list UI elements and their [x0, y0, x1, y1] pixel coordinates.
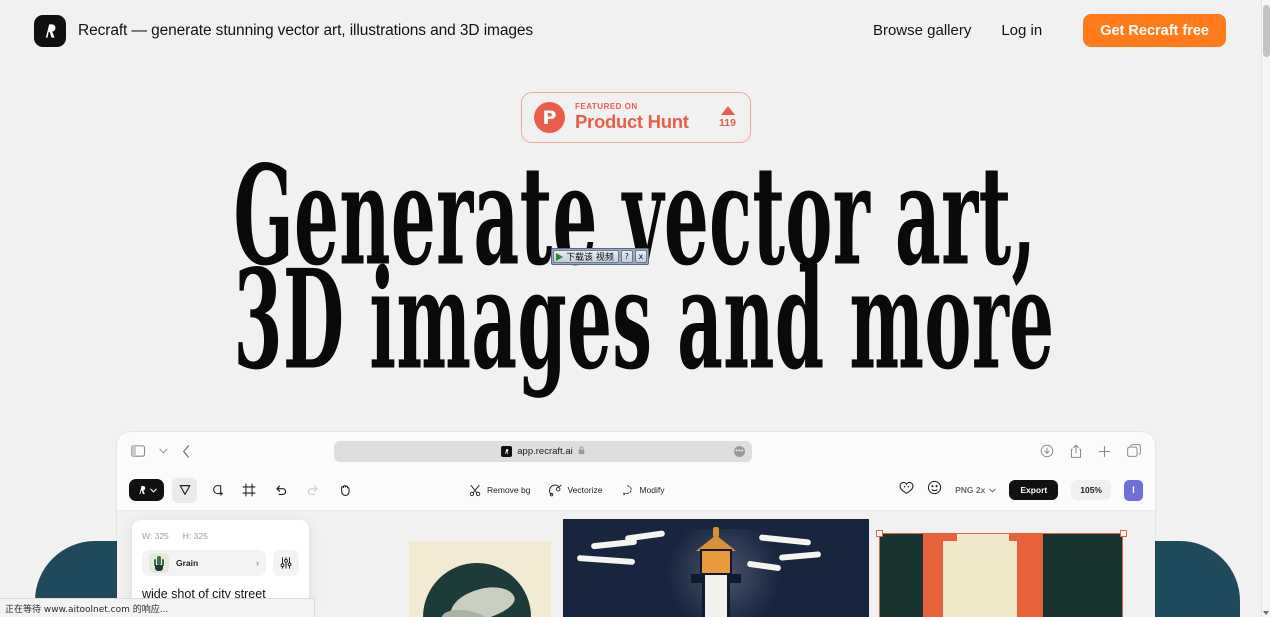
upvote-count: 119 [719, 117, 736, 130]
share-icon[interactable] [1070, 444, 1082, 459]
featured-on-label: FEATURED ON [575, 102, 638, 112]
add-shape-icon [212, 485, 223, 496]
action-group: Remove bg Vectorize Modify [469, 484, 664, 497]
chevron-left-icon[interactable] [182, 444, 190, 458]
select-tool-button[interactable] [172, 477, 197, 503]
lighthouse-lamp [700, 549, 732, 575]
ellipsis-icon[interactable]: ••• [734, 445, 745, 457]
selection-handle[interactable] [1120, 530, 1127, 537]
avatar[interactable]: I [1124, 479, 1143, 501]
style-row: Grain › [142, 550, 299, 576]
surprised-face-icon[interactable] [927, 480, 942, 500]
lighthouse-artwork[interactable] [563, 519, 869, 617]
selection-handle[interactable] [876, 530, 883, 537]
product-hunt-icon: P [534, 102, 565, 133]
site-header: Recraft — generate stunning vector art, … [0, 0, 1262, 61]
plant-thumbnail-icon [149, 553, 169, 573]
vectorize-button[interactable]: Vectorize [549, 484, 602, 497]
download-popup-close-button[interactable]: x [634, 250, 647, 263]
recraft-logo-icon [34, 14, 66, 47]
happy-face-icon[interactable] [899, 480, 914, 500]
hand-icon [340, 485, 350, 496]
chevron-right-icon: › [256, 558, 259, 568]
download-icon[interactable] [1040, 444, 1054, 458]
decorative-shape-right [1155, 541, 1240, 617]
tab-overview-icon[interactable] [1127, 444, 1141, 458]
download-video-label: 下载该 视频 [566, 253, 614, 263]
address-bar-url: app.recraft.ai [517, 445, 573, 457]
toolbar-right-group: PNG 2x Export 105% I [899, 479, 1143, 501]
product-hunt-name: Product Hunt [575, 111, 689, 133]
app-toolbar: Remove bg Vectorize Modify PNG 2x Export… [117, 470, 1155, 511]
dimensions-row: W: 325 H: 325 [142, 531, 299, 541]
scrollbar-down-arrow-icon[interactable] [1263, 611, 1269, 615]
scrollbar-thumb[interactable] [1263, 5, 1270, 57]
scissors-icon [469, 484, 481, 496]
remove-bg-button[interactable]: Remove bg [469, 484, 530, 497]
height-value: H: 325 [182, 531, 208, 541]
browser-left-controls [131, 444, 190, 458]
chevron-down-icon[interactable] [159, 448, 168, 454]
status-bar: 正在等待 www.aitoolnet.com 的响应... [0, 598, 315, 617]
zoom-level-chip[interactable]: 105% [1071, 480, 1111, 500]
redo-icon [307, 485, 318, 496]
undo-tool-button[interactable] [268, 478, 293, 503]
export-button[interactable]: Export [1009, 480, 1059, 500]
undo-icon [275, 485, 286, 496]
remove-bg-label: Remove bg [487, 485, 531, 495]
modify-label: Modify [639, 485, 665, 495]
recraft-favicon-icon [501, 445, 513, 457]
retro-poster-artwork[interactable] [879, 533, 1123, 617]
brand[interactable]: Recraft — generate stunning vector art, … [34, 14, 534, 47]
modify-icon [623, 484, 633, 496]
new-tab-icon[interactable] [1098, 445, 1111, 458]
vectorize-label: Vectorize [567, 485, 603, 495]
lighthouse-tower [702, 575, 730, 617]
export-format-select[interactable]: PNG 2x [955, 485, 997, 495]
page-scrollbar[interactable] [1261, 0, 1270, 617]
chevron-down-icon [989, 488, 997, 493]
page-root: Recraft — generate stunning vector art, … [0, 0, 1270, 617]
tool-group [172, 477, 357, 503]
chevron-down-icon [150, 488, 157, 493]
sidebar-toggle-icon[interactable] [131, 445, 145, 457]
style-name-label: Grain [176, 558, 199, 568]
get-recraft-free-button[interactable]: Get Recraft free [1083, 14, 1226, 47]
botanical-circle-artwork[interactable] [409, 541, 551, 617]
redo-tool-button[interactable] [300, 478, 325, 503]
vectorize-icon [549, 484, 563, 496]
width-value: W: 325 [142, 531, 169, 541]
triangle-up-icon [720, 106, 735, 116]
hero-line-2: 3D images and more [233, 240, 1055, 401]
modify-button[interactable]: Modify [621, 484, 664, 497]
header-nav: Browse gallery Log in Get Recraft free [858, 14, 1226, 47]
retro-cream-shape-top [957, 533, 1009, 549]
product-hunt-badge[interactable]: P FEATURED ON Product Hunt 119 [521, 92, 751, 143]
browser-right-controls [1040, 444, 1141, 459]
play-icon [556, 252, 563, 261]
page-title: Recraft — generate stunning vector art, … [78, 21, 534, 39]
style-selector[interactable]: Grain › [142, 550, 266, 576]
app-logo-button[interactable] [129, 479, 164, 501]
recraft-logo-icon [139, 486, 146, 494]
cursor-icon [179, 485, 190, 495]
hand-tool-button[interactable] [332, 478, 357, 503]
retro-cream-shape [943, 541, 1017, 617]
frame-tool-button[interactable] [236, 478, 261, 503]
download-video-popup[interactable]: 下载该 视频 ? x [551, 248, 649, 265]
cloud-shape [576, 554, 636, 566]
product-hunt-text: FEATURED ON Product Hunt [575, 103, 689, 132]
nav-browse-gallery[interactable]: Browse gallery [858, 22, 986, 39]
lock-icon [578, 442, 585, 460]
nav-log-in[interactable]: Log in [986, 22, 1057, 39]
download-popup-help-button[interactable]: ? [620, 250, 633, 263]
download-video-button[interactable]: 下载该 视频 [553, 250, 619, 263]
sliders-icon[interactable] [273, 550, 299, 576]
browser-toolbar: app.recraft.ai ••• [117, 432, 1155, 470]
address-bar[interactable]: app.recraft.ai ••• [334, 440, 752, 462]
add-shape-tool-button[interactable] [204, 478, 229, 503]
export-format-value: PNG 2x [955, 485, 986, 495]
frame-icon [242, 483, 255, 497]
upvote-block[interactable]: 119 [719, 106, 736, 129]
